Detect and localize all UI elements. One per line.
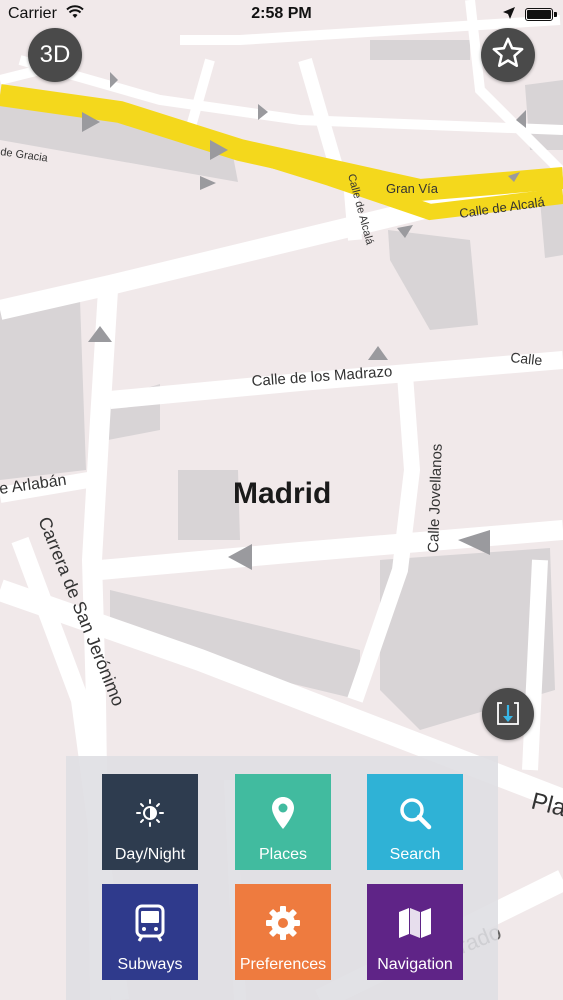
day-night-button[interactable]: Day/Night (102, 774, 198, 870)
day-night-label: Day/Night (114, 846, 186, 863)
location-arrow-icon (503, 6, 515, 24)
search-icon (398, 788, 432, 838)
download-icon (495, 697, 521, 732)
favorites-button[interactable] (481, 28, 535, 82)
status-bar: Carrier 2:58 PM (0, 0, 563, 30)
subways-label: Subways (117, 956, 183, 973)
subway-icon (135, 898, 165, 948)
search-button[interactable]: Search (367, 774, 463, 870)
star-icon (491, 36, 525, 75)
day-night-icon (135, 788, 165, 838)
navigation-label: Navigation (377, 956, 453, 973)
gear-icon (265, 898, 301, 948)
preferences-button[interactable]: Preferences (235, 884, 331, 980)
clock: 2:58 PM (251, 5, 312, 22)
preferences-label: Preferences (239, 956, 327, 973)
map-icon (398, 898, 432, 948)
city-label-madrid: Madrid (233, 477, 331, 510)
battery-icon (525, 8, 557, 21)
places-button[interactable]: Places (235, 774, 331, 870)
places-label: Places (258, 846, 308, 863)
map-pin-icon (270, 788, 296, 838)
subways-button[interactable]: Subways (102, 884, 198, 980)
navigation-button[interactable]: Navigation (367, 884, 463, 980)
street-label-gran-via: Gran Vía (386, 181, 439, 196)
search-label: Search (389, 846, 441, 863)
share-button[interactable] (482, 688, 534, 740)
street-label-calle-right: Calle (510, 349, 544, 368)
3d-toggle-button[interactable]: 3D (28, 28, 82, 82)
3d-toggle-label: 3D (39, 41, 71, 68)
feature-menu: Day/Night Places Search Subways Preferen… (66, 756, 498, 1000)
